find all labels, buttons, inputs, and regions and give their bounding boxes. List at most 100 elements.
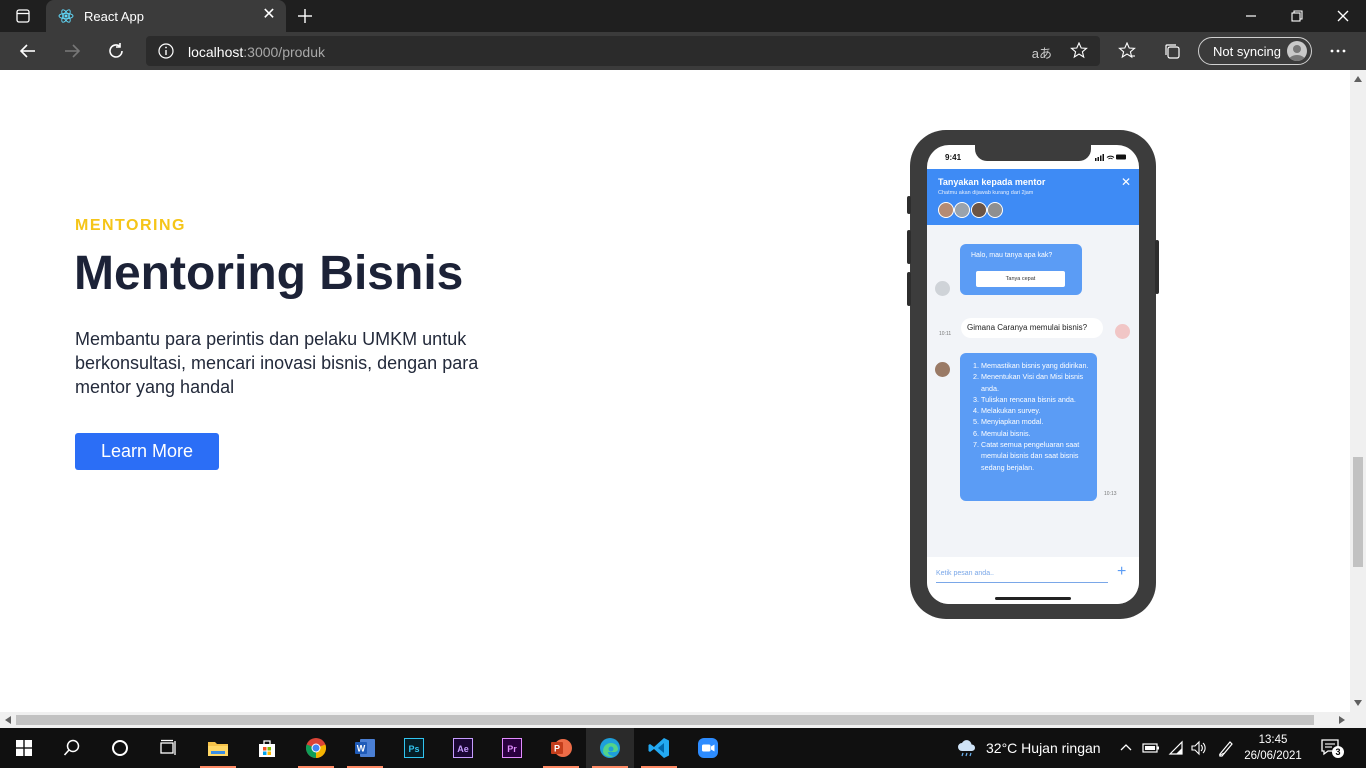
phone-mute-switch (907, 196, 911, 214)
greeting-bubble: Halo, mau tanya apa kak? Tanya cepat (960, 244, 1082, 295)
file-explorer-icon[interactable] (194, 728, 242, 768)
sync-button[interactable]: Not syncing (1198, 37, 1312, 65)
new-tab-icon[interactable] (282, 0, 328, 32)
answer-item: Memulai bisnis. (981, 428, 1089, 439)
vertical-scroll-thumb[interactable] (1353, 457, 1363, 567)
refresh-icon[interactable] (101, 36, 131, 66)
mentor-avatar (987, 202, 1004, 218)
scrollbar-corner (1350, 712, 1366, 728)
sync-label: Not syncing (1213, 44, 1281, 59)
tab-actions-icon[interactable] (0, 0, 46, 32)
answer-item: Menyiapkan modal. (981, 416, 1089, 427)
bot-avatar (935, 281, 950, 296)
vertical-scrollbar[interactable] (1350, 70, 1366, 712)
tab-react-app[interactable]: React App ✕ (46, 0, 286, 32)
user-question-bubble: Gimana Caranya memulai bisnis? (961, 318, 1103, 338)
phone-screen: 9:41 Tanyakan kepada mentor Chatmu akan … (927, 145, 1139, 604)
vscode-icon[interactable] (635, 728, 683, 768)
word-icon[interactable]: W (341, 728, 389, 768)
attach-plus-icon[interactable]: + (1117, 563, 1126, 581)
svg-text:P: P (554, 744, 560, 754)
answer-item: Melakukan survey. (981, 405, 1089, 416)
answer-item: Tuliskan rencana bisnis anda. (981, 394, 1089, 405)
svg-text:Pr: Pr (507, 744, 517, 754)
question-time: 10:11 (939, 331, 952, 337)
forward-icon[interactable] (57, 36, 87, 66)
mentor-avatar (938, 202, 954, 218)
close-window-icon[interactable] (1320, 0, 1366, 32)
svg-text:Ps: Ps (408, 744, 419, 754)
premiere-icon[interactable]: Pr (488, 728, 536, 768)
more-menu-icon[interactable] (1323, 36, 1353, 66)
chat-header: Tanyakan kepada mentor Chatmu akan dijaw… (927, 169, 1139, 225)
scroll-up-icon[interactable] (1354, 76, 1362, 82)
horizontal-scrollbar[interactable] (0, 712, 1350, 728)
chat-compose: Ketik pesan anda.. + (927, 557, 1139, 604)
answer-item: Catat semua pengeluaran saat memulai bis… (981, 439, 1089, 473)
mentor-avatar (970, 202, 987, 218)
tab-close-icon[interactable]: ✕ (260, 6, 278, 24)
weather-rain-icon[interactable] (956, 739, 978, 757)
notification-center-icon[interactable]: 3 (1320, 738, 1346, 760)
horizontal-scroll-thumb[interactable] (16, 715, 1314, 725)
chat-subtitle: Chatmu akan dijawab kurang dari 2jam (938, 190, 1034, 196)
browser-toolbar: localhost:3000/produk aあ Not syncing (0, 32, 1366, 70)
answer-item: Menentukan Visi dan Misi bisnis anda. (981, 371, 1089, 394)
page-content: MENTORING Mentoring Bisnis Membantu para… (0, 70, 1350, 712)
react-logo-icon (58, 9, 74, 23)
powerpoint-icon[interactable]: P (537, 728, 585, 768)
answer-list: Memastikan bisnis yang didirikan. Menent… (970, 360, 1089, 473)
scroll-down-icon[interactable] (1354, 700, 1362, 706)
site-info-icon[interactable] (158, 43, 174, 59)
search-icon[interactable] (48, 728, 96, 768)
photoshop-icon[interactable]: Ps (390, 728, 438, 768)
message-input[interactable]: Ketik pesan anda.. (936, 570, 994, 577)
wifi-icon[interactable] (1168, 740, 1184, 756)
learn-more-button[interactable]: Learn More (75, 433, 219, 470)
minimize-icon[interactable] (1228, 0, 1274, 32)
tray-chevron-up-icon[interactable] (1120, 743, 1132, 751)
system-clock[interactable]: 13:45 26/06/2021 (1240, 732, 1306, 764)
clock-date: 26/06/2021 (1244, 750, 1302, 762)
chat-close-icon[interactable]: ✕ (1121, 175, 1131, 189)
zoom-icon[interactable] (684, 728, 732, 768)
quick-ask-button[interactable]: Tanya cepat (976, 271, 1065, 287)
answer-time: 10:13 (1104, 491, 1117, 497)
add-favorite-icon[interactable] (1070, 42, 1088, 60)
favorites-icon[interactable] (1112, 36, 1142, 66)
svg-text:W: W (357, 744, 366, 754)
weather-text[interactable]: 32°C Hujan ringan (986, 728, 1101, 768)
profile-avatar-icon (1287, 41, 1307, 61)
start-windows-icon[interactable] (0, 728, 48, 768)
microsoft-store-icon[interactable] (243, 728, 291, 768)
pen-ink-icon[interactable] (1217, 739, 1235, 757)
battery-icon[interactable] (1142, 741, 1160, 755)
taskbar: W Ps Ae Pr P 32°C Hujan ringan 13:45 26/… (0, 728, 1366, 768)
volume-icon[interactable] (1190, 740, 1208, 756)
address-bar[interactable]: localhost:3000/produk aあ (146, 36, 1100, 66)
edge-icon[interactable] (586, 728, 634, 768)
chat-body: Halo, mau tanya apa kak? Tanya cepat Gim… (927, 225, 1139, 557)
chrome-icon[interactable] (292, 728, 340, 768)
after-effects-icon[interactable]: Ae (439, 728, 487, 768)
tab-title: React App (84, 9, 144, 24)
collections-icon[interactable] (1157, 36, 1187, 66)
task-view-icon[interactable] (144, 728, 192, 768)
status-icons (1095, 154, 1126, 161)
mentor-avatars (938, 202, 1004, 219)
greeting-text: Halo, mau tanya apa kak? (971, 252, 1053, 259)
phone-volume-down (907, 272, 911, 306)
scroll-left-icon[interactable] (5, 716, 11, 724)
notification-count: 3 (1332, 746, 1344, 758)
home-indicator (995, 597, 1071, 600)
scroll-right-icon[interactable] (1339, 716, 1345, 724)
restore-icon[interactable] (1274, 0, 1320, 32)
browser-titlebar: React App ✕ (0, 0, 1366, 32)
cortana-icon[interactable] (96, 728, 144, 768)
status-time: 9:41 (945, 153, 962, 162)
read-aloud-icon[interactable]: aあ (1032, 43, 1052, 62)
back-icon[interactable] (13, 36, 43, 66)
mentor-avatar (954, 202, 971, 218)
input-underline (936, 582, 1108, 583)
phone-volume-up (907, 230, 911, 264)
